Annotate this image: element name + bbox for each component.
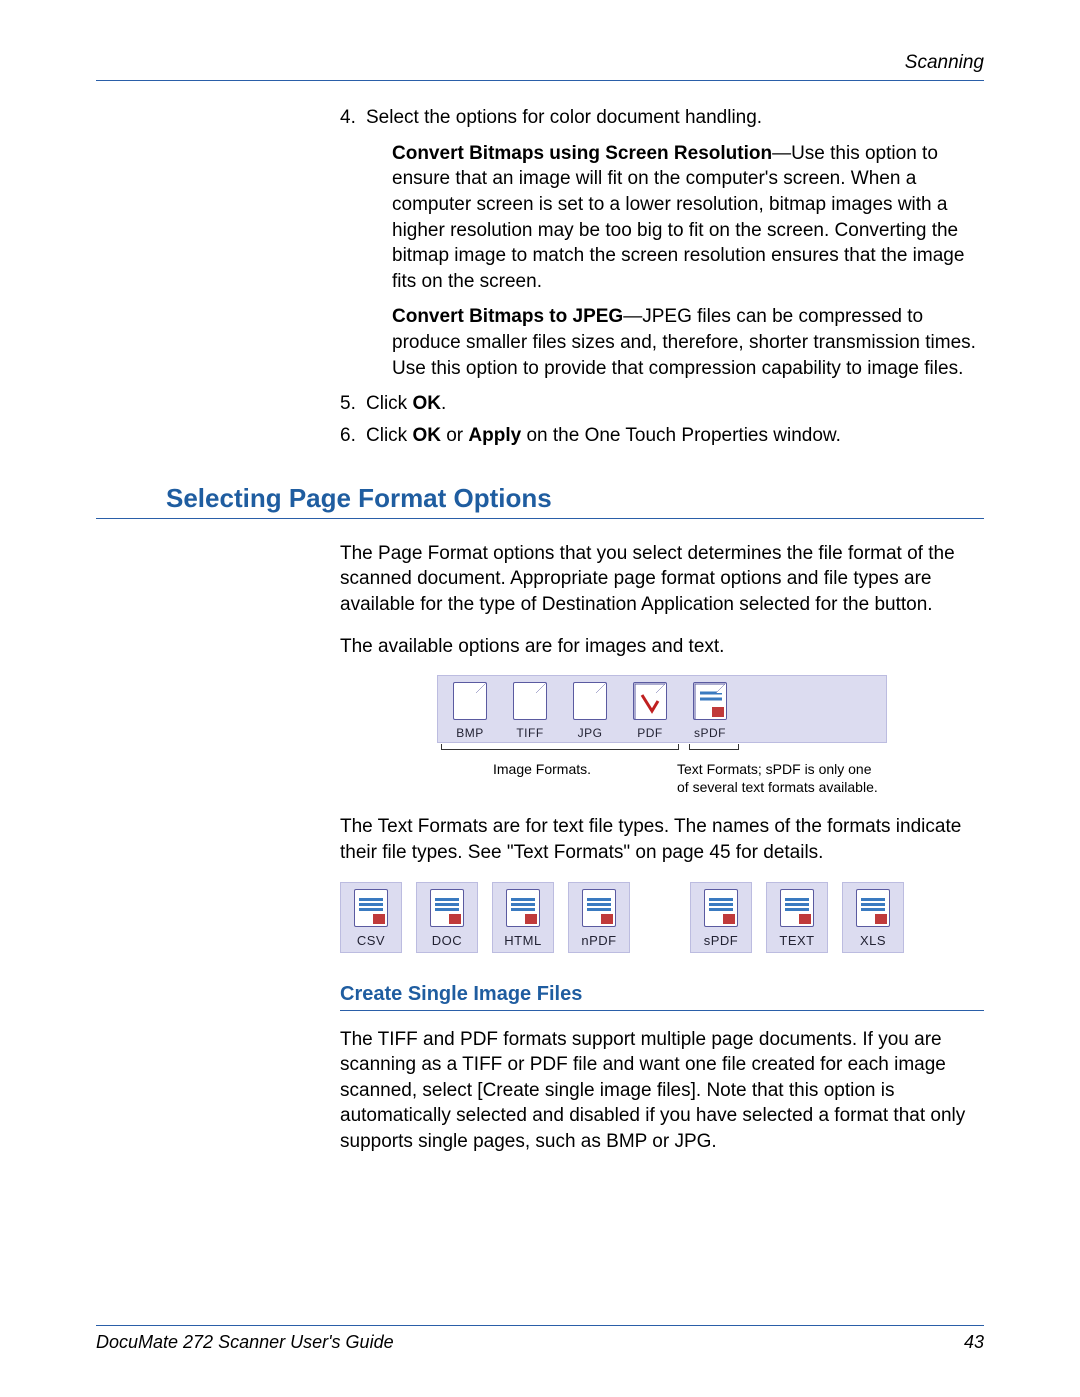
spdf-icon <box>704 889 738 927</box>
doc-icon <box>430 889 464 927</box>
format-tile-jpg: JPG <box>564 682 616 740</box>
footer-page-number: 43 <box>964 1332 984 1353</box>
step-5: 5. Click OK. <box>340 391 984 417</box>
step-6: 6. Click OK or Apply on the One Touch Pr… <box>340 423 984 449</box>
text-icon <box>780 889 814 927</box>
text-formats-row-a: CSV DOC HTML nPDF <box>340 882 630 953</box>
steps-list: 4. Select the options for color document… <box>340 105 984 449</box>
format-tile-tiff: TIFF <box>504 682 556 740</box>
step-6-post: on the One Touch Properties window. <box>521 425 841 446</box>
format-label: sPDF <box>704 933 739 948</box>
format-label: TIFF <box>516 726 543 740</box>
format-label: DOC <box>432 933 462 948</box>
tiff-icon <box>513 682 547 720</box>
step-4: 4. Select the options for color document… <box>340 105 984 381</box>
image-formats-row: BMP TIFF JPG PDF sPDF <box>437 675 887 743</box>
subsection-rule <box>340 1010 984 1011</box>
step-4-para-2: Convert Bitmaps to JPEG—JPEG files can b… <box>392 304 984 381</box>
step-6-b1: OK <box>412 425 441 446</box>
format-label: CSV <box>357 933 385 948</box>
bmp-icon <box>453 682 487 720</box>
section1-p1: The Page Format options that you select … <box>340 541 984 618</box>
step-4-p1-rest: —Use this option to ensure that an image… <box>392 143 964 292</box>
format-tile-npdf: nPDF <box>568 882 630 953</box>
caption-text-formats: Text Formats; sPDF is only one of severa… <box>677 761 887 796</box>
format-tile-xls: XLS <box>842 882 904 953</box>
step-4-p1-bold: Convert Bitmaps using Screen Resolution <box>392 143 772 164</box>
section2-p1: The TIFF and PDF formats support multipl… <box>340 1027 984 1155</box>
footer-rule <box>96 1325 984 1326</box>
xls-icon <box>856 889 890 927</box>
spdf-icon <box>693 682 727 720</box>
section1-p3: The Text Formats are for text file types… <box>340 814 984 865</box>
format-tile-pdf: PDF <box>624 682 676 740</box>
step-5-bold: OK <box>412 393 441 414</box>
subsection-heading-single-image: Create Single Image Files <box>340 983 984 1006</box>
step-number: 6. <box>340 423 356 449</box>
format-tile-spdf: sPDF <box>684 682 736 740</box>
header-section-label: Scanning <box>96 52 984 80</box>
format-tile-bmp: BMP <box>444 682 496 740</box>
format-tile-csv: CSV <box>340 882 402 953</box>
image-formats-figure: BMP TIFF JPG PDF sPDF Image Formats. Tex… <box>437 675 887 796</box>
step-6-pre: Click <box>366 425 412 446</box>
jpg-icon <box>573 682 607 720</box>
text-formats-figure: CSV DOC HTML nPDF sPDF TEXT XLS <box>340 882 984 953</box>
format-label: JPG <box>578 726 603 740</box>
format-label: PDF <box>637 726 663 740</box>
bracket-row <box>437 749 887 759</box>
bracket-right <box>689 749 739 759</box>
page-footer: DocuMate 272 Scanner User's Guide 43 <box>96 1325 984 1353</box>
step-4-p2-bold: Convert Bitmaps to JPEG <box>392 306 623 327</box>
caption-row: Image Formats. Text Formats; sPDF is onl… <box>437 761 887 796</box>
format-tile-text: TEXT <box>766 882 828 953</box>
step-5-pre: Click <box>366 393 412 414</box>
bracket-left <box>441 749 679 759</box>
step-number: 4. <box>340 105 356 131</box>
step-4-para-1: Convert Bitmaps using Screen Resolution—… <box>392 141 984 295</box>
step-6-b2: Apply <box>468 425 521 446</box>
format-label: HTML <box>504 933 541 948</box>
section1-p2: The available options are for images and… <box>340 634 984 660</box>
npdf-icon <box>582 889 616 927</box>
step-5-post: . <box>441 393 446 414</box>
section-heading-page-format: Selecting Page Format Options <box>166 483 984 514</box>
format-label: nPDF <box>581 933 616 948</box>
step-4-lead: Select the options for color document ha… <box>366 107 762 128</box>
format-label: BMP <box>456 726 484 740</box>
footer-doc-title: DocuMate 272 Scanner User's Guide <box>96 1332 394 1353</box>
csv-icon <box>354 889 388 927</box>
caption-image-formats: Image Formats. <box>437 761 677 796</box>
section-rule <box>96 518 984 519</box>
step-number: 5. <box>340 391 356 417</box>
format-label: TEXT <box>779 933 814 948</box>
format-tile-doc: DOC <box>416 882 478 953</box>
text-formats-row-b: sPDF TEXT XLS <box>690 882 904 953</box>
header-rule <box>96 80 984 81</box>
format-label: sPDF <box>694 726 726 740</box>
format-tile-spdf2: sPDF <box>690 882 752 953</box>
format-label: XLS <box>860 933 886 948</box>
html-icon <box>506 889 540 927</box>
format-tile-html: HTML <box>492 882 554 953</box>
step-6-mid: or <box>441 425 468 446</box>
pdf-icon <box>633 682 667 720</box>
